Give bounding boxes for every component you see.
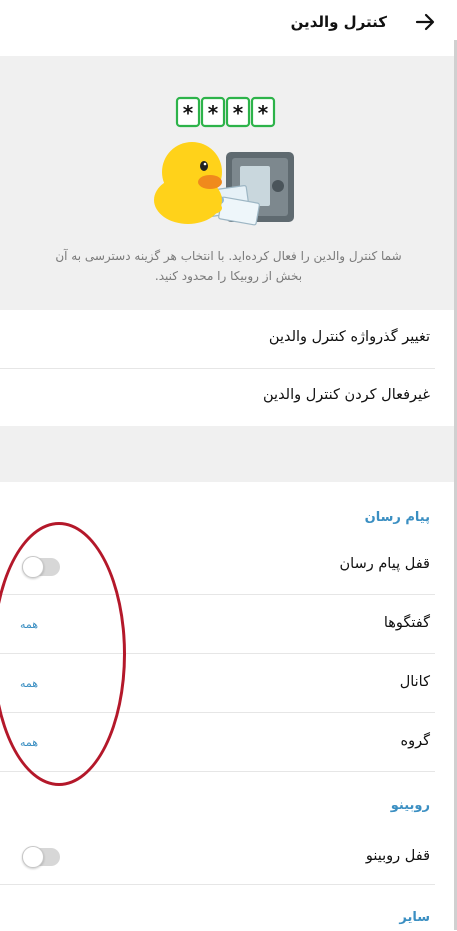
rubino-lock-label: قفل روبینو	[365, 848, 430, 864]
password-char: *	[208, 101, 219, 125]
app-header: کنترل والدین	[0, 0, 457, 50]
messenger-lock-label: قفل پیام رسان	[339, 556, 431, 572]
description-line: شما کنترل والدین را فعال کرده‌اید. با ان…	[55, 249, 402, 263]
password-char: *	[233, 101, 244, 125]
change-password-row[interactable]: تغییر گذرواژه کنترل والدین	[0, 310, 457, 368]
messenger-section-title: پیام رسان	[364, 510, 430, 525]
hero-description: شما کنترل والدین را فعال کرده‌اید. با ان…	[20, 246, 437, 286]
password-char: *	[258, 101, 269, 125]
group-label: گروه	[400, 733, 430, 749]
password-boxes: * * * *	[175, 96, 276, 128]
description-line: بخش از روبیکا را محدود کنید.	[154, 269, 303, 283]
disable-label: غیرفعال کردن کنترل والدین	[263, 387, 430, 403]
duck-mascot	[154, 142, 222, 224]
rubino-section-title: روبینو	[390, 798, 430, 813]
page-title: کنترل والدین	[290, 13, 387, 31]
password-char: *	[183, 101, 194, 125]
arrow-right-icon	[415, 13, 435, 31]
chats-label: گفتگوها	[383, 615, 430, 631]
section-gap	[0, 426, 457, 482]
rubino-lock-toggle[interactable]	[22, 846, 60, 868]
duck-safe-illustration: * * * *	[154, 96, 294, 226]
channel-label: کانال	[399, 674, 430, 690]
disable-parental-control-row[interactable]: غیرفعال کردن کنترل والدین	[0, 369, 457, 426]
rubino-lock-row[interactable]: قفل روبینو	[0, 826, 457, 884]
divider	[0, 884, 435, 885]
hero-section: * * * * شما کنترل والدین را فعا	[0, 56, 457, 310]
other-section-title: سایر	[399, 910, 430, 925]
change-password-label: تغییر گذرواژه کنترل والدین	[268, 329, 430, 345]
back-button[interactable]	[413, 10, 437, 34]
toggle-knob	[22, 846, 44, 868]
